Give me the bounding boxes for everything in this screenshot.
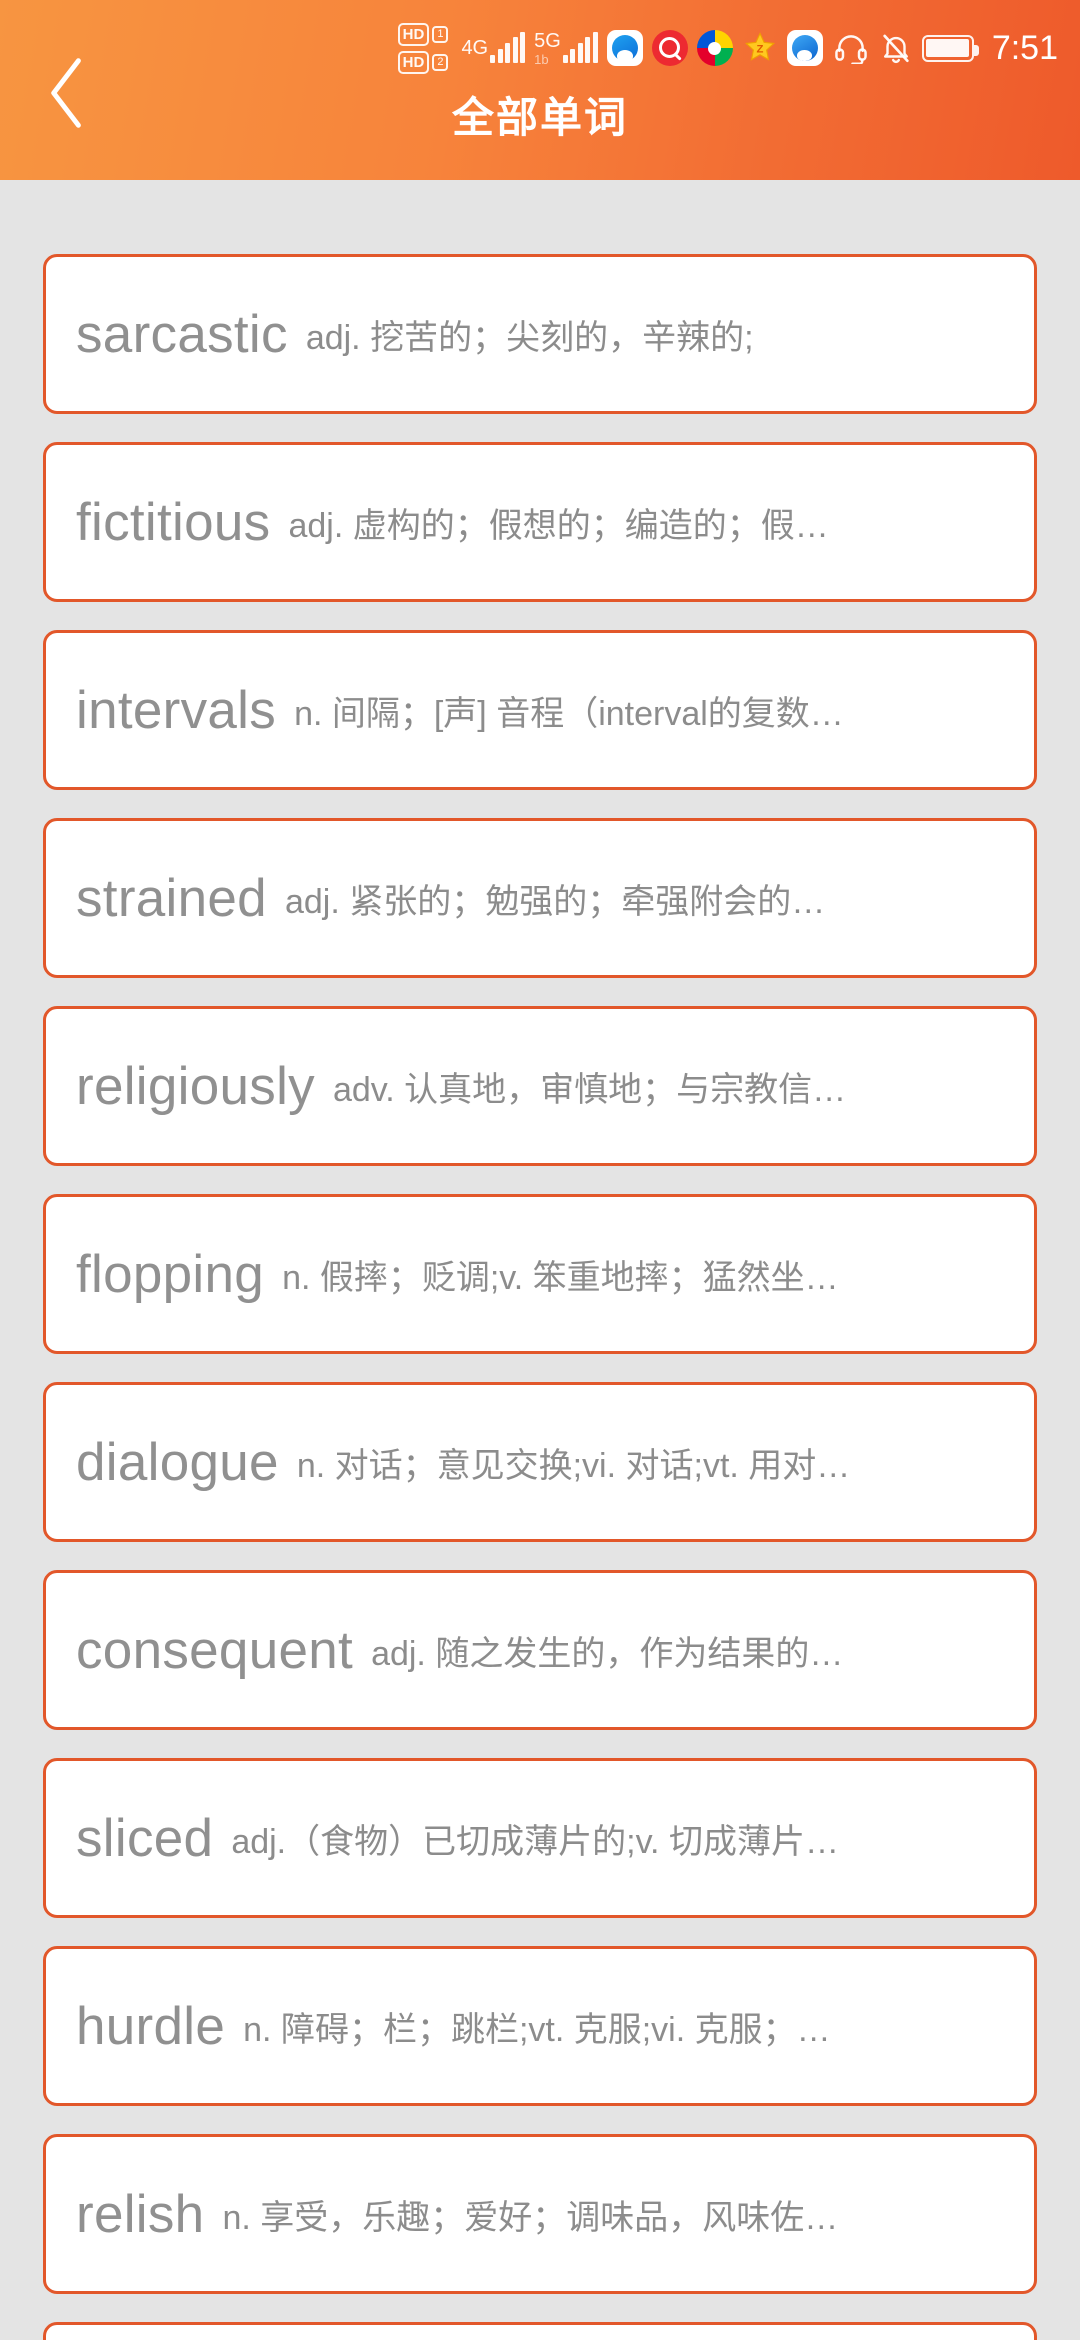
word-term: strained — [76, 868, 267, 928]
status-clock: 7:51 — [991, 28, 1058, 67]
sim2-network-sub-label: 1b — [534, 51, 549, 67]
word-term: flopping — [76, 1244, 265, 1304]
word-card[interactable]: strained adj. 紧张的；勉强的；牵强附会的… — [43, 818, 1037, 978]
word-card[interactable]: dialogue n. 对话；意见交换;vi. 对话;vt. 用对… — [43, 1382, 1037, 1542]
sogou-app-icon — [696, 30, 733, 66]
volte-hd-sim2: HD 2 — [397, 50, 449, 74]
back-button[interactable] — [26, 52, 108, 134]
sim1-number-label: 1 — [432, 25, 449, 43]
word-card[interactable]: divertedv. 呼叫转移，释放（divert的过去分… — [43, 2322, 1037, 2340]
word-card[interactable]: flopping n. 假摔；贬调;v. 笨重地摔；猛然坐… — [43, 1194, 1037, 1354]
sim1-signal: 4G — [461, 32, 526, 63]
word-card[interactable]: hurdle n. 障碍；栏；跳栏;vt. 克服;vi. 克服；… — [43, 1946, 1037, 2106]
sim1-network-type: 4G — [461, 38, 488, 58]
word-definition: n. 对话；意见交换;vi. 对话;vt. 用对… — [296, 1446, 851, 1485]
sim2-number-label: 2 — [432, 53, 449, 71]
volte-hd-sim1: HD 1 — [397, 22, 449, 46]
sim2-signal: 5G 1b — [534, 31, 598, 66]
word-definition: adj. 挖苦的；尖刻的，辛辣的; — [305, 318, 754, 357]
status-bar: HD 1 HD 2 4G 5G 1b Z 7:51 — [0, 0, 1080, 96]
word-card[interactable]: religiously adv. 认真地，审慎地；与宗教信… — [43, 1006, 1037, 1166]
word-card[interactable]: fictitious adj. 虚构的；假想的；编造的；假… — [43, 442, 1037, 602]
word-definition: n. 享受，乐趣；爱好；调味品，风味佐… — [222, 2198, 839, 2237]
word-card[interactable]: intervals n. 间隔；[声] 音程（interval的复数… — [43, 630, 1037, 790]
sim2-network-type: 5G 1b — [534, 31, 561, 66]
app-header: HD 1 HD 2 4G 5G 1b Z 7:51 全部单词 — [0, 0, 1080, 180]
word-card[interactable]: sliced adj.（食物）已切成薄片的;v. 切成薄片… — [43, 1758, 1037, 1918]
word-definition: adj. 随之发生的，作为结果的… — [371, 1634, 844, 1673]
word-definition: adv. 认真地，审慎地；与宗教信… — [332, 1070, 847, 1109]
word-term: relish — [76, 2184, 205, 2244]
word-definition: adj. 虚构的；假想的；编造的；假… — [288, 506, 829, 545]
signal-bars-icon — [562, 32, 598, 63]
word-term: fictitious — [76, 492, 271, 552]
chevron-left-icon — [51, 58, 81, 128]
search-app-icon — [651, 30, 688, 66]
word-definition: n. 假摔；贬调;v. 笨重地摔；猛然坐… — [282, 1258, 839, 1297]
word-term: hurdle — [76, 1996, 226, 2056]
word-card[interactable]: sarcastic adj. 挖苦的；尖刻的，辛辣的; — [43, 254, 1037, 414]
sim1-network-label: 4G — [461, 37, 489, 59]
word-term: sarcastic — [76, 304, 288, 364]
word-term: religiously — [76, 1056, 315, 1116]
signal-bars-icon — [490, 32, 526, 63]
word-term: consequent — [76, 1620, 354, 1680]
mute-bell-icon — [879, 31, 913, 65]
word-definition: adj.（食物）已切成薄片的;v. 切成薄片… — [231, 1822, 839, 1861]
svg-text:Z: Z — [756, 43, 763, 55]
battery-icon — [921, 34, 979, 62]
hd-badge-icon: HD — [397, 50, 430, 74]
word-definition: n. 间隔；[声] 音程（interval的复数… — [294, 694, 844, 733]
word-term: sliced — [76, 1808, 214, 1868]
word-card[interactable]: relish n. 享受，乐趣；爱好；调味品，风味佐… — [43, 2134, 1037, 2294]
volte-hd-indicators: HD 1 HD 2 — [397, 22, 449, 74]
word-list[interactable]: sarcastic adj. 挖苦的；尖刻的，辛辣的; fictitious adj.… — [0, 180, 1080, 2340]
hd-badge-icon: HD — [397, 22, 430, 46]
word-definition: adj. 紧张的；勉强的；牵强附会的… — [284, 882, 826, 921]
zhuanzhuan-star-icon: Z — [742, 30, 778, 66]
sim2-network-label: 5G — [534, 29, 561, 52]
word-card[interactable]: consequent adj. 随之发生的，作为结果的… — [43, 1570, 1037, 1730]
word-term: dialogue — [76, 1432, 279, 1492]
word-term: intervals — [76, 680, 277, 740]
headset-icon — [832, 32, 870, 64]
word-definition: n. 障碍；栏；跳栏;vt. 克服;vi. 克服；… — [243, 2010, 831, 2049]
uc-browser-icon — [786, 30, 823, 66]
qq-browser-icon — [606, 30, 643, 66]
